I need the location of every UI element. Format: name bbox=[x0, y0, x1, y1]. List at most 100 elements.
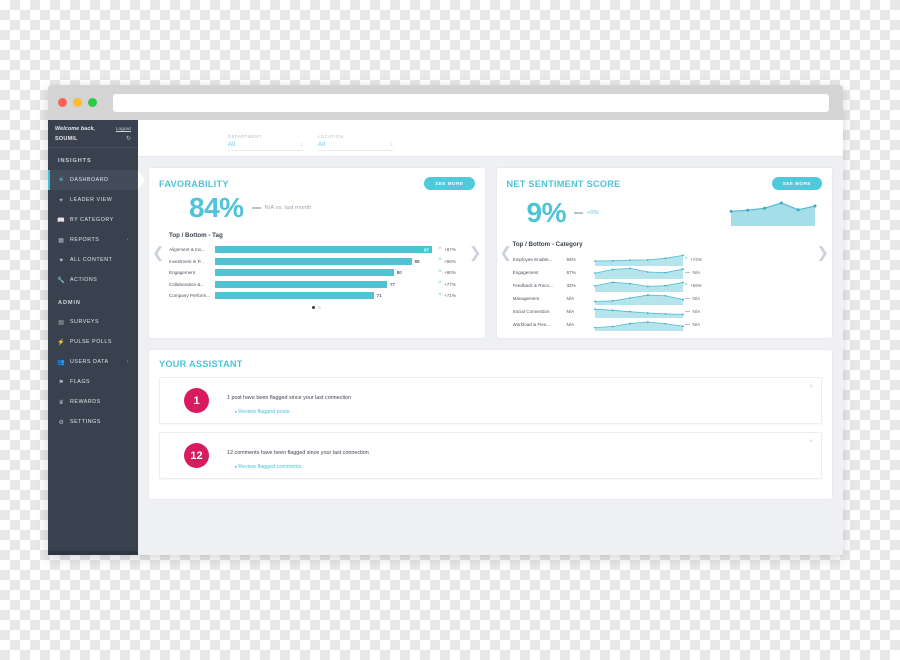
category-sparkline bbox=[593, 253, 685, 266]
updown-arrows-icon[interactable]: ↕ bbox=[391, 143, 394, 148]
bar-trend: ^ +71% bbox=[439, 292, 475, 298]
main-area: DEPARTMENT All ↕ LOCATION All ↕ FAVORABI… bbox=[138, 120, 843, 555]
sidebar-item-leader-view[interactable]: ✦ LEADER VIEW bbox=[48, 190, 138, 210]
sidebar-item-dashboard[interactable]: ⎈ DASHBOARD bbox=[48, 170, 145, 190]
net-sentiment-value: 9% bbox=[526, 196, 567, 228]
gear-icon: ⚙ bbox=[58, 418, 65, 426]
category-row: Employee Enable... 93% ^ +74% bbox=[513, 253, 823, 266]
bar-category-label: Engagement bbox=[169, 270, 196, 276]
assistant-items: 1 1 post have been flagged since your las… bbox=[159, 377, 822, 479]
wrench-icon: 🔧 bbox=[57, 277, 66, 284]
favorability-see-more-button[interactable]: SEE MORE bbox=[424, 177, 475, 190]
minimize-window-button[interactable] bbox=[73, 98, 82, 107]
pagination-dot[interactable] bbox=[318, 305, 322, 309]
filter-department[interactable]: DEPARTMENT All ↕ bbox=[228, 134, 303, 151]
sidebar-item-surveys[interactable]: ▤ SURVEYS bbox=[48, 312, 138, 332]
welcome-text: Welcome back, bbox=[55, 126, 96, 132]
category-label: Management bbox=[512, 296, 540, 301]
sidebar-item-rewards[interactable]: ♛ REWARDS bbox=[48, 392, 138, 412]
bar-value-label: 88 bbox=[414, 258, 420, 264]
net-sentiment-category-table: Employee Enable... 93% ^ +74% Engagement 67% N… bbox=[507, 253, 823, 331]
browser-titlebar bbox=[48, 85, 843, 120]
net-sentiment-see-more-button[interactable]: SEE MORE bbox=[771, 177, 822, 190]
browser-window: Welcome back, Logout SOUMIL ↻ INSIGHTS ⎈… bbox=[48, 85, 843, 555]
favorability-bar-row: Collaboration &... 77 ^ +77% bbox=[169, 279, 475, 291]
favorability-next-arrow-icon[interactable]: ❯ bbox=[469, 246, 482, 261]
net-sentiment-prev-arrow-icon[interactable]: ❮ bbox=[500, 246, 513, 261]
category-sparkline bbox=[593, 305, 685, 318]
category-trend: N/A bbox=[684, 309, 721, 314]
net-sentiment-next-arrow-icon[interactable]: ❯ bbox=[816, 246, 829, 261]
book-icon: 📖 bbox=[57, 217, 66, 224]
category-sparkline bbox=[593, 318, 685, 331]
close-icon[interactable]: × bbox=[809, 384, 813, 390]
bar-category-label: Investment in P... bbox=[169, 258, 204, 264]
category-row: Workload & Flex... N/A N/A bbox=[513, 318, 823, 331]
sidebar-item-reports[interactable]: ▦ REPORTS ‹ bbox=[48, 230, 138, 250]
sidebar-item-all-content[interactable]: ♥ ALL CONTENT bbox=[48, 250, 138, 270]
category-trend: N/A bbox=[684, 322, 721, 327]
maximize-window-button[interactable] bbox=[88, 98, 97, 107]
sidebar-item-flags[interactable]: ⚑ FLAGS bbox=[48, 372, 138, 392]
assistant-action-link[interactable]: ▸Review flagged posts bbox=[227, 409, 351, 415]
assistant-action-link[interactable]: ▸Review flagged comments bbox=[227, 464, 369, 470]
bar-track: 88 bbox=[215, 256, 439, 268]
sidebar-item-label: SURVEYS bbox=[70, 319, 100, 325]
chevron-left-icon[interactable]: ‹ bbox=[127, 359, 129, 365]
sidebar: Welcome back, Logout SOUMIL ↻ INSIGHTS ⎈… bbox=[48, 120, 145, 555]
updown-arrows-icon[interactable]: ↕ bbox=[301, 143, 304, 148]
flag-icon: ⚑ bbox=[58, 378, 65, 386]
sidebar-item-users-data[interactable]: 👥 USERS DATA ‹ bbox=[48, 352, 138, 372]
bar-fill: 97 bbox=[215, 246, 432, 254]
sidebar-item-label: DASHBOARD bbox=[70, 177, 109, 183]
favorability-value: 84% bbox=[189, 192, 244, 223]
caret-up-icon: ^ bbox=[438, 245, 442, 253]
username-label: SOUMIL bbox=[55, 135, 78, 142]
close-window-button[interactable] bbox=[58, 98, 67, 107]
filter-value: All bbox=[318, 142, 326, 148]
category-trend: N/A bbox=[684, 296, 721, 301]
list-icon: ▤ bbox=[58, 318, 65, 326]
flat-dash-icon bbox=[251, 207, 261, 209]
assistant-text-block: 12 comments have been flagged since your… bbox=[227, 441, 369, 470]
favorability-bar-row: Company Perform... 71 ^ +71% bbox=[169, 290, 475, 302]
sidebar-item-actions[interactable]: 🔧 ACTIONS bbox=[48, 270, 138, 290]
close-icon[interactable]: × bbox=[809, 439, 813, 445]
filter-label: DEPARTMENT bbox=[228, 134, 262, 139]
assistant-link-label: Review flagged comments bbox=[238, 464, 302, 470]
pagination-dot[interactable] bbox=[312, 305, 316, 309]
category-sparkline bbox=[593, 279, 685, 292]
bar-value-label: 80 bbox=[396, 270, 402, 276]
sidebar-item-label: PULSE POLLS bbox=[70, 339, 112, 345]
favorability-pagination[interactable] bbox=[159, 305, 475, 309]
net-sentiment-subhead: Top / Bottom - Category bbox=[512, 241, 583, 248]
refresh-icon[interactable]: ↻ bbox=[126, 135, 131, 142]
bar-trend-label: +97% bbox=[444, 247, 456, 253]
sidebar-section-title-insights: INSIGHTS bbox=[58, 158, 92, 164]
sidebar-item-by-category[interactable]: 📖 BY CATEGORY bbox=[48, 210, 138, 230]
category-trend: ^ +59% bbox=[685, 282, 721, 288]
filter-value: All bbox=[228, 142, 236, 148]
sidebar-section-insights: INSIGHTS ⎈ DASHBOARD ✦ LEADER VIEW 📖 BY … bbox=[48, 148, 145, 290]
category-label: Workload & Flex... bbox=[512, 322, 550, 327]
address-bar[interactable] bbox=[113, 93, 829, 112]
filter-bar: DEPARTMENT All ↕ LOCATION All ↕ bbox=[138, 120, 843, 157]
favorability-prev-arrow-icon[interactable]: ❮ bbox=[152, 246, 165, 261]
category-label: Employee Enable... bbox=[512, 257, 553, 262]
bar-track: 77 bbox=[215, 279, 439, 291]
assistant-title: YOUR ASSISTANT bbox=[159, 359, 243, 369]
sidebar-item-label: ALL CONTENT bbox=[70, 257, 113, 263]
category-sparkline bbox=[593, 266, 685, 279]
logout-link[interactable]: Logout bbox=[116, 127, 131, 132]
bar-track: 97 bbox=[215, 244, 439, 256]
filter-location[interactable]: LOCATION All ↕ bbox=[318, 134, 393, 151]
flat-dash-icon bbox=[684, 297, 690, 300]
chevron-left-icon[interactable]: ‹ bbox=[127, 237, 129, 243]
sidebar-item-pulse-polls[interactable]: ⚡ PULSE POLLS bbox=[48, 332, 138, 352]
sidebar-item-settings[interactable]: ⚙ SETTINGS bbox=[48, 412, 138, 432]
category-trend: N/A bbox=[684, 270, 721, 275]
assistant-message: 1 post have been flagged since your last… bbox=[227, 395, 352, 401]
bar-fill bbox=[215, 292, 374, 300]
caret-right-icon: ▸ bbox=[235, 409, 238, 414]
favorability-title: FAVORABILITY bbox=[159, 178, 229, 189]
